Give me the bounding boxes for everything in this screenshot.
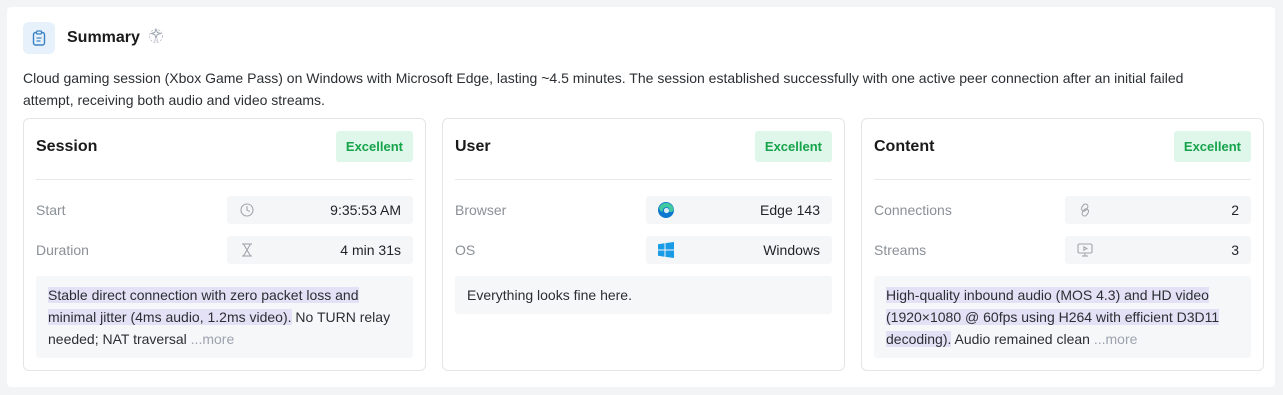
clock-icon [238,201,256,219]
clipboard-icon [23,22,55,54]
browser-value: Edge 143 [760,202,820,218]
user-note-text: Everything looks fine here. [467,287,632,303]
content-card-title: Content [874,138,935,155]
streams-label: Streams [874,242,927,258]
user-card-title: User [455,138,491,155]
duration-label: Duration [36,242,89,258]
svg-text:AI: AI [154,38,158,43]
browser-row: Browser Edge 143 [455,196,832,224]
streams-value-pill: 3 [1065,236,1251,264]
os-label: OS [455,242,476,258]
session-card-title: Session [36,138,98,155]
windows-icon [657,241,675,259]
session-more-link[interactable]: ...more [191,331,235,347]
user-card: User Excellent Browser Edge 143 OS Windo… [442,118,845,371]
divider [36,179,413,180]
streams-row: Streams 3 [874,236,1251,264]
divider [455,179,832,180]
start-value-pill: 9:35:53 AM [227,196,413,224]
summary-panel: Summary AI Cloud gaming session (Xbox Ga… [7,7,1275,387]
content-more-link[interactable]: ...more [1094,331,1138,347]
edge-icon [657,201,675,219]
user-note: Everything looks fine here. [455,276,832,314]
link-icon [1076,201,1094,219]
os-row: OS Windows [455,236,832,264]
connections-label: Connections [874,202,952,218]
session-note: Stable direct connection with zero packe… [36,276,413,358]
summary-title: Summary [67,29,140,46]
session-status-badge: Excellent [335,131,413,162]
duration-value-pill: 4 min 31s [227,236,413,264]
os-value: Windows [763,242,820,258]
summary-header: Summary AI [23,22,164,54]
streams-value: 3 [1231,242,1239,258]
divider [874,179,1251,180]
session-card: Session Excellent Start 9:35:53 AM Durat… [23,118,426,371]
user-status-badge: Excellent [754,131,832,162]
summary-description: Cloud gaming session (Xbox Game Pass) on… [23,70,1184,108]
connections-value-pill: 2 [1065,196,1251,224]
content-card: Content Excellent Connections 2 Streams [861,118,1264,371]
monitor-icon [1076,241,1094,259]
duration-row: Duration 4 min 31s [36,236,413,264]
browser-value-pill: Edge 143 [646,196,832,224]
connections-value: 2 [1231,202,1239,218]
start-row: Start 9:35:53 AM [36,196,413,224]
content-note-text: Audio remained clean [951,331,1094,347]
start-label: Start [36,202,66,218]
duration-value: 4 min 31s [340,242,401,258]
content-status-badge: Excellent [1173,131,1251,162]
connections-row: Connections 2 [874,196,1251,224]
content-note: High-quality inbound audio (MOS 4.3) and… [874,276,1251,358]
browser-label: Browser [455,202,507,218]
os-value-pill: Windows [646,236,832,264]
hourglass-icon [238,241,256,259]
start-value: 9:35:53 AM [330,202,401,218]
ai-sparkle-icon[interactable]: AI [148,28,164,44]
